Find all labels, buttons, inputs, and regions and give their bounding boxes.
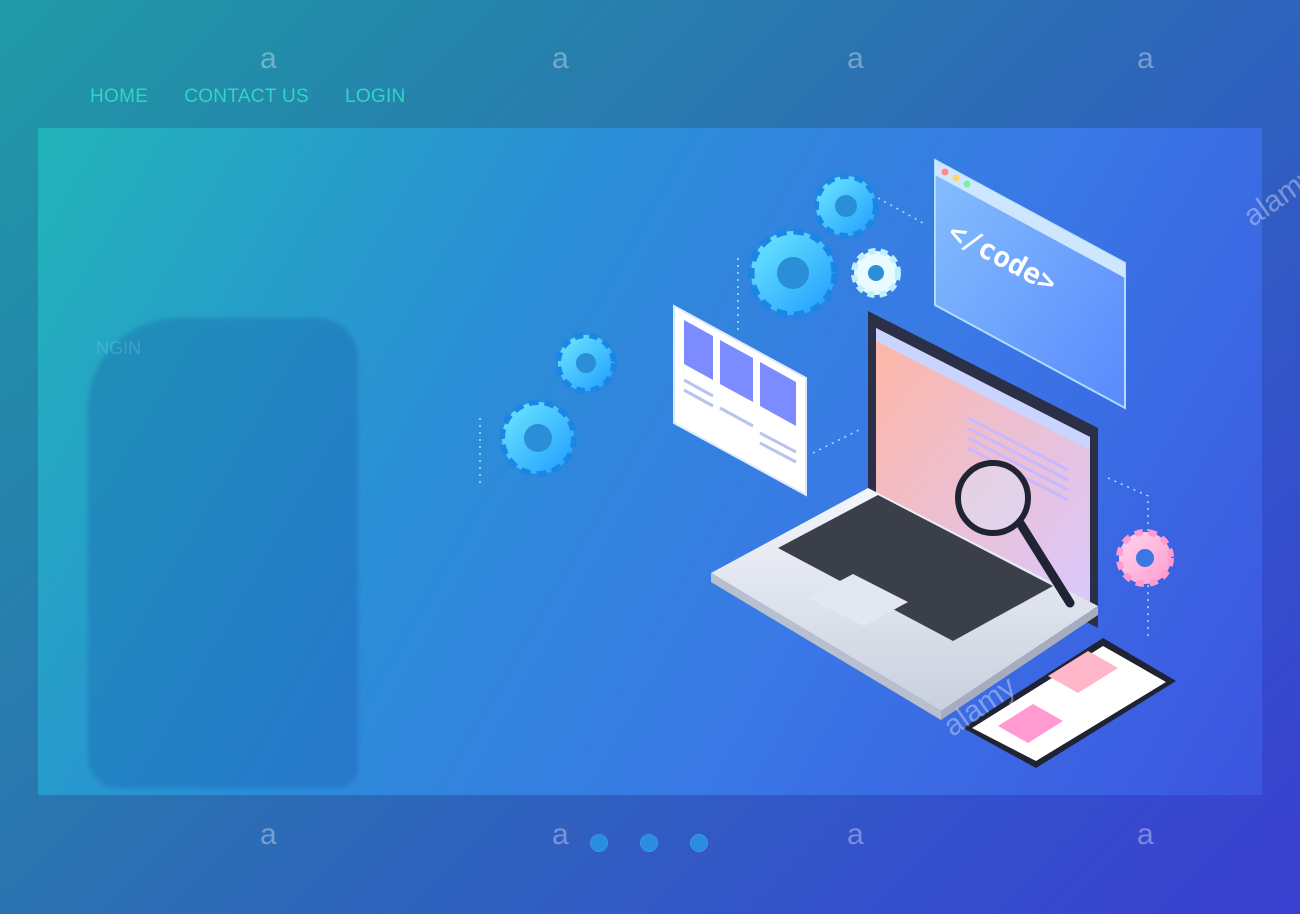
- carousel-dot-3[interactable]: [690, 834, 708, 852]
- gear-icon: [499, 399, 577, 477]
- carousel-dot-2[interactable]: [640, 834, 658, 852]
- nav-contact-link[interactable]: CONTACT US: [184, 86, 309, 108]
- gear-icon: [851, 248, 901, 298]
- watermark-glyph: a: [552, 818, 569, 851]
- layout-card: [673, 304, 807, 497]
- gear-icon: [747, 227, 839, 319]
- watermark-glyph: a: [1137, 42, 1154, 75]
- gear-icon: [555, 332, 617, 394]
- isometric-illustration: </code>: [479, 158, 1176, 768]
- nav-login-link[interactable]: LOGIN: [345, 86, 406, 108]
- nav-home-link[interactable]: HOME: [90, 86, 148, 108]
- top-nav: HOME CONTACT US LOGIN: [90, 86, 406, 108]
- watermark-glyph: a: [1137, 818, 1154, 851]
- gear-icon: [1116, 529, 1174, 587]
- watermark-glyph: a: [260, 42, 277, 75]
- carousel-indicators: [590, 834, 708, 852]
- carousel-dot-1[interactable]: [590, 834, 608, 852]
- watermark-glyph: a: [847, 42, 864, 75]
- hero-panel: NGIN </code>: [38, 128, 1262, 795]
- watermark-glyph: a: [260, 818, 277, 851]
- watermark-glyph: a: [847, 818, 864, 851]
- watermark-glyph: a: [552, 42, 569, 75]
- gear-icon: [813, 173, 879, 239]
